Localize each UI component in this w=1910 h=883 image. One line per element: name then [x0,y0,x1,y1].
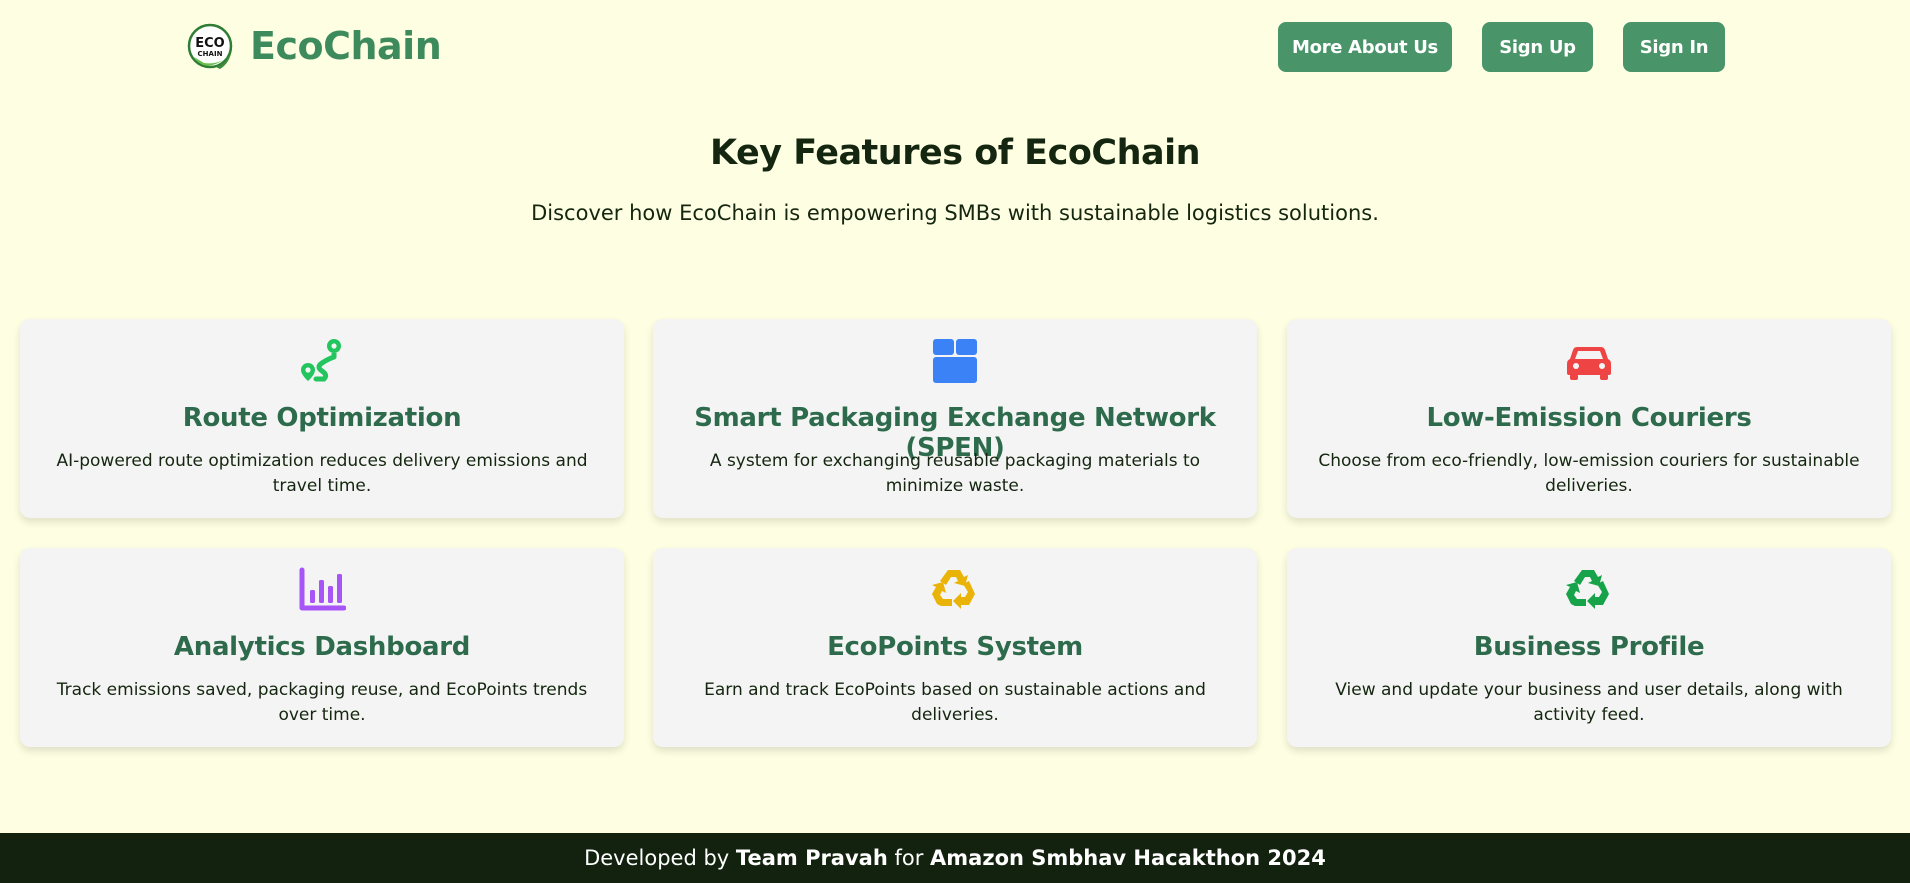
footer-event: Amazon Smbhav Hacakthon 2024 [930,846,1326,870]
route-icon [298,337,346,385]
feature-title: Analytics Dashboard [173,632,471,662]
feature-title: Route Optimization [182,403,462,433]
feature-title: Low-Emission Couriers [1426,403,1752,433]
feature-card-business-profile: Business Profile View and update your bu… [1287,548,1891,747]
footer-team: Team Pravah [735,846,888,870]
recycle-icon [931,566,979,614]
footer-middle: for [894,846,924,870]
more-about-us-button[interactable]: More About Us [1278,22,1452,72]
site-header: ECO CHAIN EcoChain More About Us Sign Up… [0,0,1910,95]
feature-card-analytics-dashboard: Analytics Dashboard Track emissions save… [20,548,624,747]
site-footer: Developed by Team Pravah for Amazon Smbh… [0,833,1910,883]
car-icon [1565,337,1613,385]
feature-title: EcoPoints System [827,632,1083,662]
footer-prefix: Developed by [584,846,730,870]
logo-text: EcoChain [250,24,442,68]
box-icon [931,337,979,385]
feature-card-ecopoints-system: EcoPoints System Earn and track EcoPoint… [653,548,1257,747]
logo[interactable]: ECO CHAIN EcoChain [186,19,442,73]
svg-text:ECO: ECO [195,36,224,51]
feature-card-low-emission-couriers: Low-Emission Couriers Choose from eco-fr… [1287,319,1891,518]
feature-description: View and update your business and user d… [1335,680,1843,725]
feature-description: Choose from eco-friendly, low-emission c… [1318,451,1860,496]
sign-in-button[interactable]: Sign In [1623,22,1725,72]
logo-badge-icon: ECO CHAIN [186,19,234,73]
svg-text:CHAIN: CHAIN [198,50,223,58]
sign-up-button[interactable]: Sign Up [1482,22,1593,72]
feature-description: Earn and track EcoPoints based on sustai… [704,680,1206,725]
feature-card-route-optimization: Route Optimization AI-powered route opti… [20,319,624,518]
feature-description: AI-powered route optimization reduces de… [56,451,588,496]
feature-description: Track emissions saved, packaging reuse, … [56,680,588,725]
page-title: Key Features of EcoChain [709,133,1201,173]
recycle-icon [1565,566,1613,614]
page-subtitle: Discover how EcoChain is empowering SMBs… [531,201,1379,225]
chart-bar-icon [298,566,346,614]
feature-title: Business Profile [1473,632,1705,662]
feature-card-spen: Smart Packaging Exchange Network (SPEN) … [653,319,1257,518]
feature-description: A system for exchanging reusable packagi… [709,451,1201,496]
